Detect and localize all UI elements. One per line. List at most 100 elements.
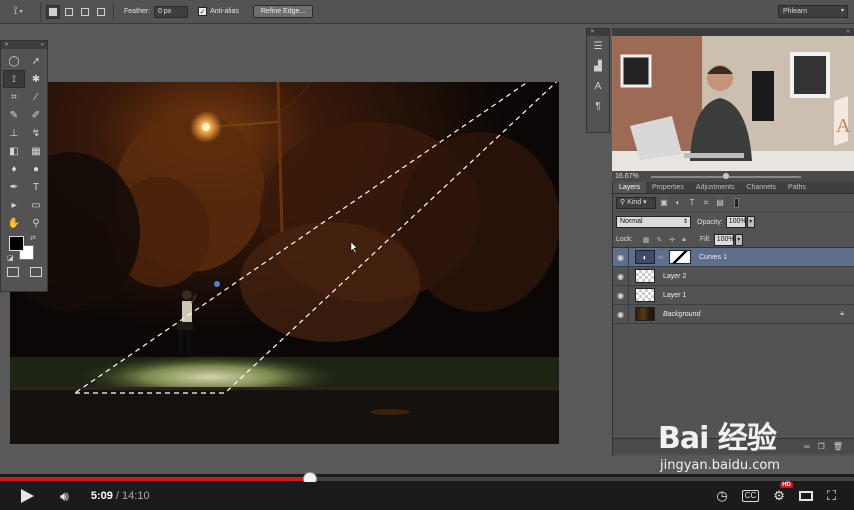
brush-icon[interactable]: ✐ [25, 106, 47, 124]
eraser-icon[interactable]: ◧ [3, 142, 25, 160]
foreground-color-swatch[interactable] [9, 236, 24, 251]
document-canvas[interactable] [10, 82, 559, 444]
dodge-icon[interactable]: ● [25, 160, 47, 178]
chevron-down-icon: ▾ [643, 198, 647, 206]
theater-mode-icon[interactable] [798, 491, 813, 501]
filter-kind-select[interactable]: ⚲ Kind ▾ [616, 196, 656, 209]
zoom-slider[interactable] [650, 172, 801, 179]
refine-edge-button[interactable]: Refine Edge... [252, 5, 314, 18]
tools-panel-header[interactable]: ✕ « [1, 41, 47, 49]
trash-icon[interactable]: 🗑︎ [833, 442, 843, 451]
play-button[interactable] [20, 489, 34, 503]
screen-mode-icon[interactable] [29, 267, 42, 277]
captions-icon[interactable]: CC [741, 490, 760, 502]
marquee-icon[interactable]: ◯ [3, 52, 25, 70]
feather-input[interactable]: 0 px [154, 5, 189, 18]
opacity-dropdown-button[interactable]: ▾ [746, 216, 755, 228]
tab-properties[interactable]: Properties [646, 182, 690, 193]
webcam-zoom-bar: 16.67% [612, 171, 854, 182]
presenter-webcam: A [612, 36, 854, 171]
chevron-down-icon: ▾ [840, 8, 844, 14]
blend-mode-select[interactable]: Normal ⇕ [616, 216, 691, 228]
tool-preset-picker[interactable]: ⟟ ▾ [0, 0, 36, 24]
fullscreen-icon[interactable]: ⛶ [827, 488, 836, 504]
swap-colors-icon[interactable]: ⇄ [30, 234, 36, 242]
type-icon[interactable]: T [25, 178, 47, 196]
shape-icon[interactable]: ▭ [25, 196, 47, 214]
settings-gear-icon[interactable]: ⚙ HD [773, 482, 793, 504]
tab-channels[interactable]: Channels [740, 182, 782, 193]
intersect-selection-button[interactable] [94, 5, 108, 19]
watermark-brand: Bai 经验 [658, 413, 777, 457]
layer-row-layer-1[interactable]: ◉ Layer 1 [613, 285, 854, 305]
night-photo [10, 82, 559, 444]
new-layer-icon[interactable]: ❐ [818, 442, 825, 451]
move-icon[interactable]: ➚ [25, 52, 47, 70]
workspace-value: Phlearn [783, 8, 808, 15]
default-colors-icon[interactable]: ◪ [7, 254, 14, 262]
history-brush-icon[interactable]: ↯ [25, 124, 47, 142]
filter-toggle[interactable] [734, 197, 739, 208]
histogram-icon[interactable]: ▟ [587, 56, 609, 76]
gradient-icon[interactable]: ▦ [25, 142, 47, 160]
pen-icon[interactable]: ✒ [3, 178, 25, 196]
magic-wand-icon[interactable]: ✱ [25, 70, 47, 88]
subtract-from-selection-button[interactable] [78, 5, 92, 19]
close-icon[interactable]: ✕ [4, 41, 9, 49]
tab-layers[interactable]: Layers [613, 182, 647, 193]
fill-dropdown-button[interactable]: ▾ [734, 233, 743, 246]
collapse-icon[interactable]: « [41, 41, 44, 49]
volume-icon[interactable]: 🔊︎ [60, 488, 69, 505]
paragraph-icon[interactable]: ¶ [587, 96, 609, 116]
path-select-icon[interactable]: ▸ [3, 196, 25, 214]
adjustments-sliders-icon[interactable]: ☰ [587, 36, 609, 56]
tab-adjustments[interactable]: Adjustments [690, 182, 741, 193]
adjustment-filter-icon[interactable]: ◐ [672, 198, 684, 207]
pixel-filter-icon[interactable]: ▣ [658, 198, 670, 207]
visibility-eye-icon[interactable]: ◉ [613, 247, 629, 267]
character-icon[interactable]: A [587, 76, 609, 96]
crop-icon[interactable]: ⌗ [3, 88, 25, 106]
adjustment-layer-icon: ◐ [635, 250, 655, 264]
add-to-selection-button[interactable] [62, 5, 76, 19]
visibility-eye-icon[interactable]: ◉ [613, 266, 629, 286]
shape-filter-icon[interactable]: ⌗ [700, 198, 712, 208]
workspace-select[interactable]: Phlearn ▾ [778, 5, 848, 18]
clone-stamp-icon[interactable]: ⊥ [3, 124, 25, 142]
zoom-slider-knob[interactable] [722, 172, 729, 179]
filter-kind-value: Kind [627, 198, 642, 206]
zoom-icon[interactable]: ⚲ [25, 214, 47, 232]
new-selection-button[interactable] [46, 4, 60, 19]
lasso-icon[interactable]: ⟟ [3, 70, 25, 88]
smart-object-filter-icon[interactable]: ▤ [714, 198, 726, 207]
lock-pixels-icon[interactable]: ✎ [656, 236, 662, 244]
layer-row-background[interactable]: ◉ Background 🔒︎ [613, 304, 854, 324]
lock-all-icon[interactable]: 🔒︎ [682, 236, 686, 244]
watch-later-icon[interactable]: ◷ [716, 488, 727, 504]
anti-alias-checkbox[interactable]: ✓ [198, 7, 208, 16]
lock-transparent-icon[interactable]: ▦ [643, 236, 650, 244]
lock-position-icon[interactable]: ✛ [669, 236, 675, 244]
blur-icon[interactable]: ♦ [3, 160, 25, 178]
hand-icon[interactable]: ✋ [3, 214, 25, 232]
quick-mask-icon[interactable] [6, 267, 19, 277]
layer-mask-thumbnail[interactable] [669, 250, 691, 264]
layer-name: Layer 2 [663, 272, 687, 280]
type-filter-icon[interactable]: T [686, 198, 698, 207]
webcam-panel-header: « [612, 28, 854, 36]
time-display: 5:09 / 14:10 [91, 490, 150, 502]
strip-header[interactable]: ✕ [587, 29, 609, 36]
layer-name: Layer 1 [663, 291, 687, 299]
tab-paths[interactable]: Paths [782, 182, 812, 193]
layer-row-curves[interactable]: ◉ ◐ ∞ Curves 1 [613, 247, 854, 267]
layer-list: ◉ ◐ ∞ Curves 1 ◉ Layer 2 ◉ Layer 1 ◉ Bac… [613, 247, 854, 324]
visibility-eye-icon[interactable]: ◉ [613, 304, 629, 324]
lock-label: Lock: [616, 236, 633, 243]
opacity-input[interactable]: 100% [725, 216, 747, 228]
video-progress-bar[interactable] [0, 472, 854, 486]
healing-brush-icon[interactable]: ✎ [3, 106, 25, 124]
visibility-eye-icon[interactable]: ◉ [613, 285, 629, 305]
layer-row-layer-2[interactable]: ◉ Layer 2 [613, 266, 854, 286]
eyedropper-icon[interactable]: ⁄ [25, 88, 47, 106]
fill-input[interactable]: 100% [713, 233, 735, 246]
